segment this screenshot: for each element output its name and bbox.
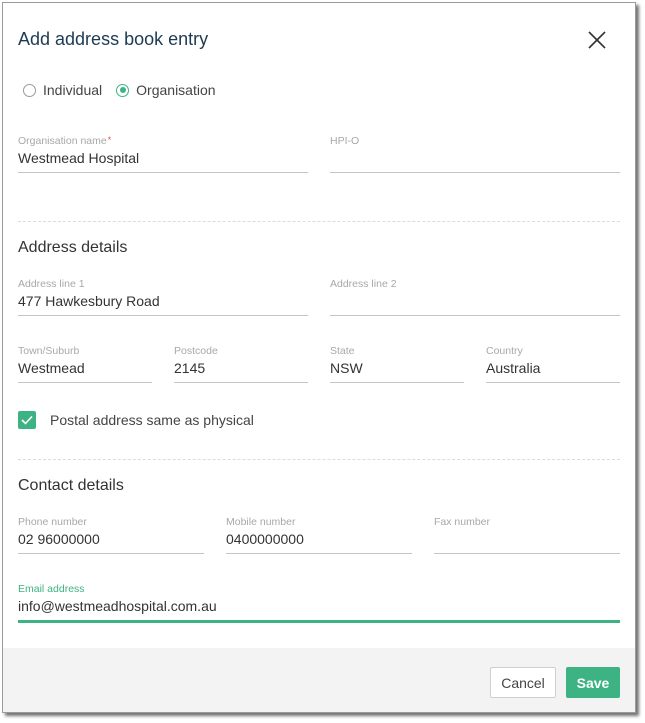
radio-organisation[interactable]: Organisation [116, 82, 216, 98]
phone-number-label: Phone number [18, 516, 87, 528]
section-divider [18, 459, 620, 460]
address-line-1-field[interactable]: Address line 1 477 Hawkesbury Road [18, 278, 308, 316]
email-address-field[interactable]: Email address info@westmeadhospital.com.… [18, 583, 620, 623]
postcode-field[interactable]: Postcode 2145 [174, 345, 308, 383]
country-label: Country [486, 345, 523, 357]
phone-number-value: 02 96000000 [18, 531, 100, 547]
mobile-number-label: Mobile number [226, 516, 296, 528]
hpio-label: HPI-O [330, 135, 360, 147]
organisation-name-label: Organisation name* [18, 135, 112, 147]
email-address-label: Email address [18, 583, 85, 595]
postal-same-checkbox-row[interactable]: Postal address same as physical [18, 411, 254, 429]
radio-checked-icon [116, 83, 130, 97]
close-icon [588, 31, 606, 49]
address-line-2-label: Address line 2 [330, 278, 397, 290]
mobile-number-value: 0400000000 [226, 531, 304, 547]
cancel-button[interactable]: Cancel [490, 667, 556, 698]
address-line-1-value: 477 Hawkesbury Road [18, 293, 160, 309]
save-button[interactable]: Save [566, 667, 620, 698]
radio-unchecked-icon [23, 83, 36, 97]
state-field[interactable]: State NSW [330, 345, 464, 383]
town-suburb-value: Westmead [18, 360, 85, 376]
required-marker: * [107, 135, 112, 145]
close-button[interactable] [588, 31, 606, 49]
town-suburb-field[interactable]: Town/Suburb Westmead [18, 345, 152, 383]
organisation-name-field[interactable]: Organisation name* Westmead Hospital [18, 135, 308, 173]
postcode-label: Postcode [174, 345, 218, 357]
dialog-title: Add address book entry [18, 29, 209, 49]
radio-organisation-label: Organisation [136, 82, 216, 98]
postcode-value: 2145 [174, 360, 206, 376]
radio-individual[interactable]: Individual [23, 82, 102, 98]
country-field[interactable]: Country Australia [486, 345, 620, 383]
phone-number-field[interactable]: Phone number 02 96000000 [18, 516, 204, 554]
state-label: State [330, 345, 355, 357]
dialog-footer: Cancel Save [3, 648, 635, 712]
mobile-number-field[interactable]: Mobile number 0400000000 [226, 516, 412, 554]
section-divider [18, 221, 620, 222]
fax-number-field[interactable]: Fax number [434, 516, 620, 554]
contact-details-heading: Contact details [18, 477, 124, 494]
entry-type-radio-group: Individual Organisation [23, 82, 230, 98]
radio-individual-label: Individual [43, 82, 103, 98]
state-value: NSW [330, 360, 363, 376]
fax-number-label: Fax number [434, 516, 491, 528]
checkmark-icon [21, 415, 33, 425]
email-address-value: info@westmeadhospital.com.au [18, 598, 217, 614]
add-address-book-entry-dialog: Add address book entry Individual Organi… [2, 2, 636, 713]
town-suburb-label: Town/Suburb [18, 345, 80, 357]
address-line-2-field[interactable]: Address line 2 [330, 278, 620, 316]
address-details-heading: Address details [18, 239, 128, 256]
country-value: Australia [486, 360, 541, 376]
postal-same-checkbox[interactable] [18, 411, 36, 429]
hpio-field[interactable]: HPI-O [330, 135, 620, 173]
postal-same-label: Postal address same as physical [50, 412, 254, 428]
organisation-name-value: Westmead Hospital [18, 150, 140, 166]
address-line-1-label: Address line 1 [18, 278, 85, 290]
